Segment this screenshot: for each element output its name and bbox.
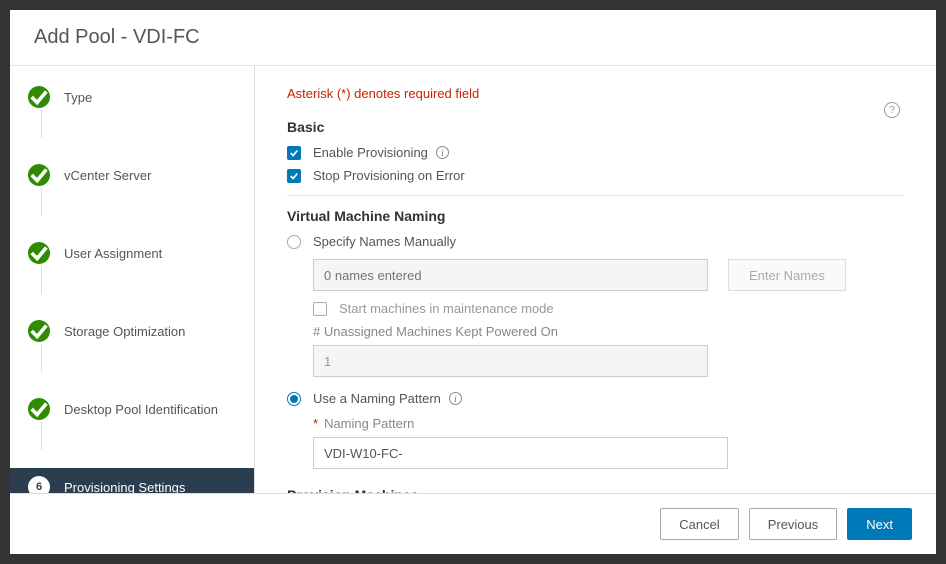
check-icon [28, 242, 50, 264]
step-provisioning-settings[interactable]: 6 Provisioning Settings [10, 468, 254, 493]
use-pattern-radio[interactable] [287, 392, 301, 406]
modal-body: Type vCenter Server User Assignment Stor… [10, 66, 936, 493]
content-panel[interactable]: Asterisk (*) denotes required field ? Ba… [255, 66, 936, 493]
step-vcenter-server[interactable]: vCenter Server [10, 156, 254, 194]
start-maintenance-checkbox[interactable] [313, 302, 327, 316]
info-icon[interactable]: i [449, 392, 462, 405]
stop-on-error-checkbox[interactable] [287, 169, 301, 183]
step-desktop-pool-identification[interactable]: Desktop Pool Identification [10, 390, 254, 428]
specify-manually-row: Specify Names Manually [287, 234, 904, 249]
required-note: Asterisk (*) denotes required field [287, 86, 904, 101]
check-icon [28, 164, 50, 186]
naming-pattern-label: Naming Pattern [324, 416, 414, 431]
info-icon[interactable]: i [436, 146, 449, 159]
wizard-sidebar[interactable]: Type vCenter Server User Assignment Stor… [10, 66, 255, 493]
section-naming-title: Virtual Machine Naming [287, 208, 904, 224]
check-icon [28, 86, 50, 108]
use-pattern-row: Use a Naming Pattern i [287, 391, 904, 406]
enable-provisioning-checkbox[interactable] [287, 146, 301, 160]
modal-title: Add Pool - VDI-FC [34, 26, 912, 49]
enable-provisioning-label: Enable Provisioning [313, 145, 428, 160]
step-type[interactable]: Type [10, 78, 254, 116]
specify-manually-label: Specify Names Manually [313, 234, 456, 249]
next-button[interactable]: Next [847, 508, 912, 540]
enter-names-button: Enter Names [728, 259, 846, 291]
divider [287, 195, 904, 196]
step-storage-optimization[interactable]: Storage Optimization [10, 312, 254, 350]
section-basic-title: Basic [287, 119, 904, 135]
help-icon[interactable]: ? [884, 102, 900, 118]
names-entered-input [313, 259, 708, 291]
unassigned-label: # Unassigned Machines Kept Powered On [313, 324, 904, 339]
cancel-button[interactable]: Cancel [660, 508, 738, 540]
modal-header: Add Pool - VDI-FC [10, 10, 936, 66]
step-number-icon: 6 [28, 476, 50, 493]
enable-provisioning-row: Enable Provisioning i [287, 145, 904, 160]
modal-footer: Cancel Previous Next [10, 493, 936, 554]
previous-button[interactable]: Previous [749, 508, 838, 540]
section-provision-title: Provision Machines [287, 487, 904, 493]
stop-on-error-label: Stop Provisioning on Error [313, 168, 465, 183]
check-icon [28, 398, 50, 420]
unassigned-input [313, 345, 708, 377]
specify-manually-radio[interactable] [287, 235, 301, 249]
naming-pattern-input[interactable] [313, 437, 728, 469]
start-maintenance-label: Start machines in maintenance mode [339, 301, 554, 316]
stop-on-error-row: Stop Provisioning on Error [287, 168, 904, 183]
use-pattern-label: Use a Naming Pattern [313, 391, 441, 406]
add-pool-modal: Add Pool - VDI-FC Type vCenter Server Us… [10, 10, 936, 554]
step-user-assignment[interactable]: User Assignment [10, 234, 254, 272]
check-icon [28, 320, 50, 342]
